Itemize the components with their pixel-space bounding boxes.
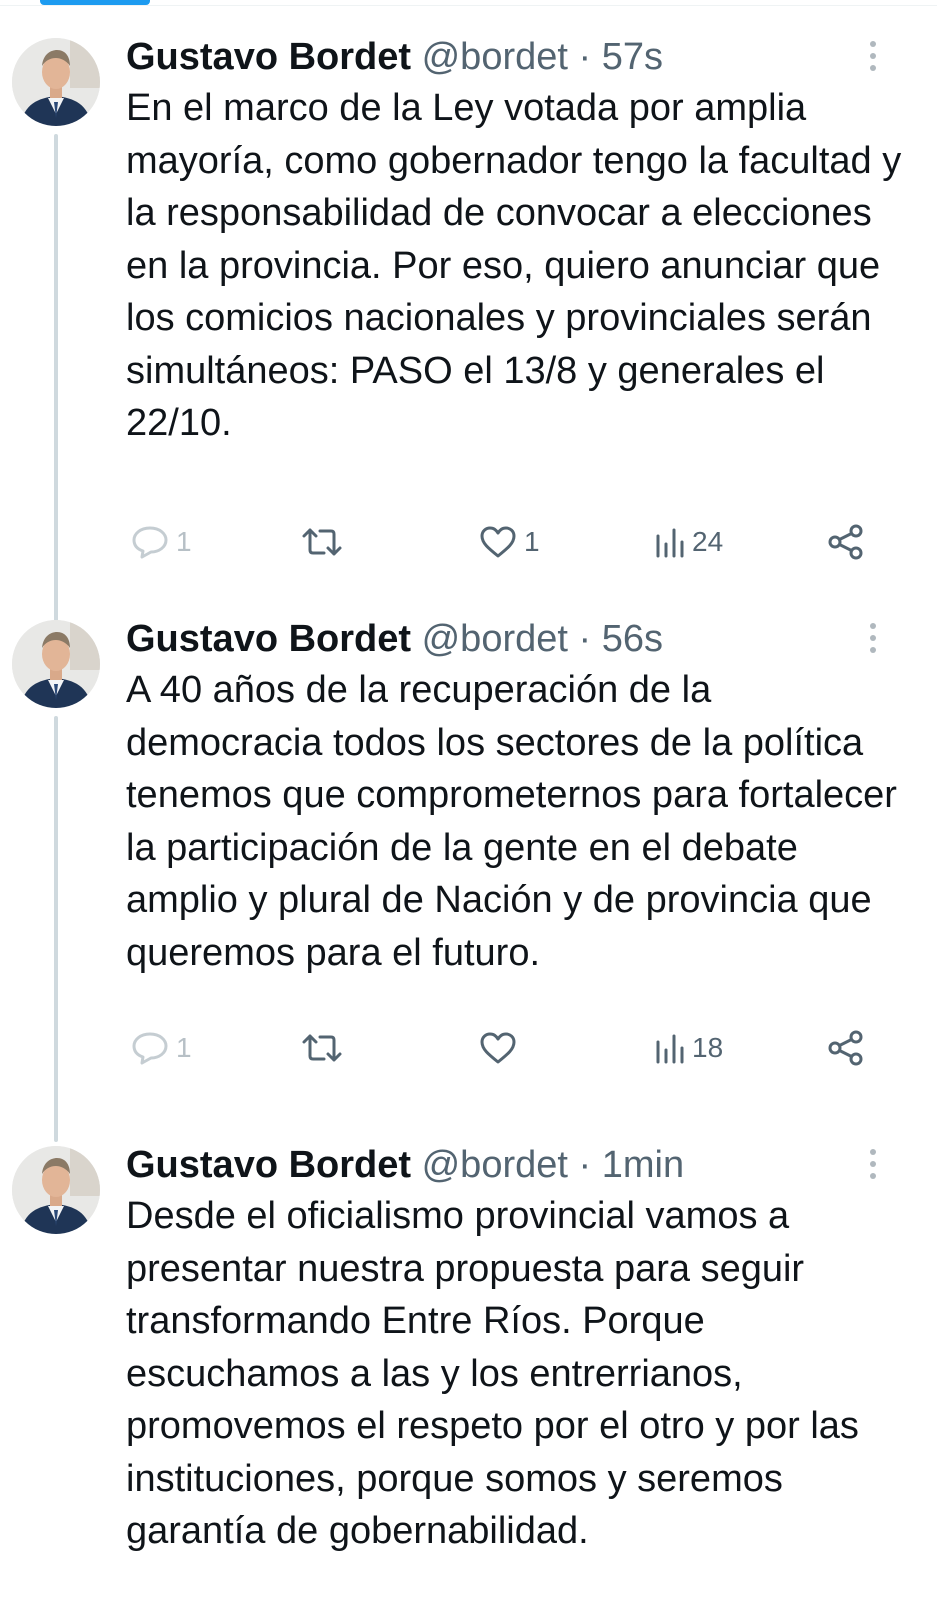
reply-icon [132, 526, 168, 559]
like-button[interactable]: 1 [478, 520, 540, 564]
views-icon [656, 1034, 684, 1064]
reply-count: 1 [176, 1032, 192, 1063]
reply-button[interactable]: 1 [130, 520, 192, 564]
thread-connector-line [54, 134, 58, 642]
author-name[interactable]: Gustavo Bordet [126, 618, 411, 660]
more-icon[interactable] [859, 618, 887, 658]
retweet-button[interactable] [300, 1026, 350, 1070]
share-icon [828, 524, 863, 560]
tweet-header: Gustavo Bordet @bordet · 1min [126, 1140, 867, 1190]
avatar[interactable] [12, 38, 100, 126]
tweet-header: Gustavo Bordet @bordet · 57s [126, 32, 867, 82]
like-button[interactable] [478, 1026, 524, 1070]
author-name[interactable]: Gustavo Bordet [126, 1144, 411, 1186]
like-icon [480, 1032, 516, 1064]
author-handle[interactable]: @bordet [422, 1144, 568, 1186]
tweet-thread: Gustavo Bordet @bordet · 57s En el marco… [0, 0, 937, 1600]
tweet-text: Desde el oficialismo provincial vamos a … [126, 1195, 859, 1552]
views-icon [656, 528, 684, 558]
retweet-button[interactable] [300, 520, 350, 564]
author-name[interactable]: Gustavo Bordet [126, 36, 411, 78]
avatar-photo [12, 1146, 100, 1234]
like-icon [480, 526, 516, 558]
more-icon[interactable] [859, 1144, 887, 1184]
tweet-actions: 1 1 24 [126, 520, 877, 564]
retweet-icon [302, 1034, 342, 1062]
tweet-timestamp[interactable]: 1min [602, 1144, 684, 1186]
tweet-header: Gustavo Bordet @bordet · 56s [126, 614, 867, 664]
tweet-timestamp[interactable]: 56s [602, 618, 663, 660]
share-button[interactable] [826, 520, 866, 564]
separator-dot: · [578, 1144, 592, 1186]
views-button[interactable]: 18 [654, 1026, 723, 1070]
reply-icon [132, 1032, 168, 1065]
tweet-actions: 1 18 [126, 1026, 877, 1070]
reply-count: 1 [176, 526, 192, 557]
retweet-icon [302, 528, 342, 556]
tweet[interactable]: Gustavo Bordet @bordet · 57s En el marco… [0, 30, 937, 642]
author-handle[interactable]: @bordet [422, 618, 568, 660]
avatar-photo [12, 620, 100, 708]
separator-dot: · [578, 618, 592, 660]
avatar[interactable] [12, 620, 100, 708]
views-button[interactable]: 24 [654, 520, 723, 564]
like-count: 1 [524, 526, 540, 557]
reply-button[interactable]: 1 [130, 1026, 192, 1070]
avatar-photo [12, 38, 100, 126]
tweet[interactable]: Gustavo Bordet @bordet · 56s A 40 años d… [0, 612, 937, 1142]
more-icon[interactable] [859, 36, 887, 76]
tweet-text: A 40 años de la recuperación de la democ… [126, 669, 897, 974]
thread-connector-line [54, 716, 58, 1142]
author-handle[interactable]: @bordet [422, 36, 568, 78]
views-count: 18 [692, 1032, 724, 1063]
views-count: 24 [692, 526, 724, 557]
share-button[interactable] [826, 1026, 866, 1070]
tweet-text: En el marco de la Ley votada por amplia … [126, 87, 902, 444]
separator-dot: · [578, 36, 592, 78]
share-icon [828, 1030, 863, 1066]
tweet-timestamp[interactable]: 57s [602, 36, 663, 78]
avatar[interactable] [12, 1146, 100, 1234]
tweet[interactable]: Gustavo Bordet @bordet · 1min Desde el o… [0, 1138, 937, 1600]
